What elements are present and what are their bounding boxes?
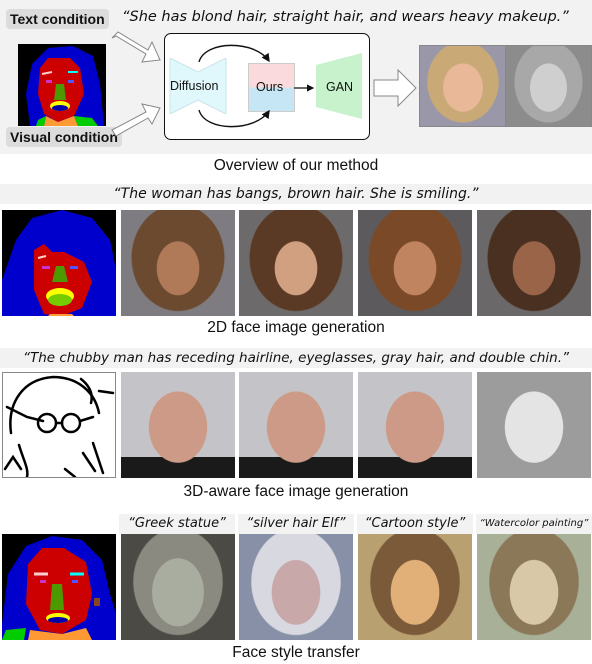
row-2d-result-4 xyxy=(477,210,591,316)
bottom-curve-arrow xyxy=(198,109,270,128)
style-label-cartoon: “Cartoon style” xyxy=(364,516,466,531)
row-style-greek-statue xyxy=(121,534,235,640)
row-3d-sketch xyxy=(2,372,116,478)
row-style-segmentation-mask xyxy=(2,534,116,640)
row-2d-result-2 xyxy=(239,210,353,316)
row-3d-prompt: “The chubby man has receding hairline, e… xyxy=(22,350,570,366)
output-arrow-icon xyxy=(373,68,417,108)
row-2d-caption: 2D face image generation xyxy=(207,319,385,336)
visual-condition-label: Visual condition xyxy=(6,127,122,147)
style-label-greek-statue: “Greek statue” xyxy=(128,516,226,531)
row-style-caption: Face style transfer xyxy=(232,644,360,661)
overview-segmentation-mask xyxy=(18,44,106,126)
row-3d-render xyxy=(477,372,591,478)
overview-prompt: “She has blond hair, straight hair, and … xyxy=(122,9,569,25)
row-2d-result-1 xyxy=(121,210,235,316)
style-label-watercolor: “Watercolor painting” xyxy=(479,518,589,529)
row-3d-view-3 xyxy=(358,372,472,478)
text-arrow-icon xyxy=(111,31,161,63)
style-label-silver-hair-elf: “silver hair Elf” xyxy=(246,516,346,531)
row-3d-view-1 xyxy=(121,372,235,478)
row-style-cartoon xyxy=(358,534,472,640)
overview-caption: Overview of our method xyxy=(213,157,379,174)
output-face-photo xyxy=(419,45,507,127)
row-style-silver-hair-elf xyxy=(239,534,353,640)
row-3d-view-2 xyxy=(239,372,353,478)
output-face-3d-render xyxy=(505,45,592,127)
pipeline-arrows xyxy=(198,44,315,128)
gan-label: GAN xyxy=(326,80,354,94)
row-2d-segmentation-mask xyxy=(2,210,116,316)
text-condition-label: Text condition xyxy=(6,9,109,29)
visual-arrow-icon xyxy=(111,103,161,137)
row-3d-caption: 3D-aware face image generation xyxy=(183,483,409,500)
top-curve-arrow xyxy=(198,44,270,63)
row-2d-prompt: “The woman has bangs, brown hair. She is… xyxy=(113,186,479,202)
row-style-watercolor xyxy=(477,534,591,640)
row-2d-result-3 xyxy=(358,210,472,316)
